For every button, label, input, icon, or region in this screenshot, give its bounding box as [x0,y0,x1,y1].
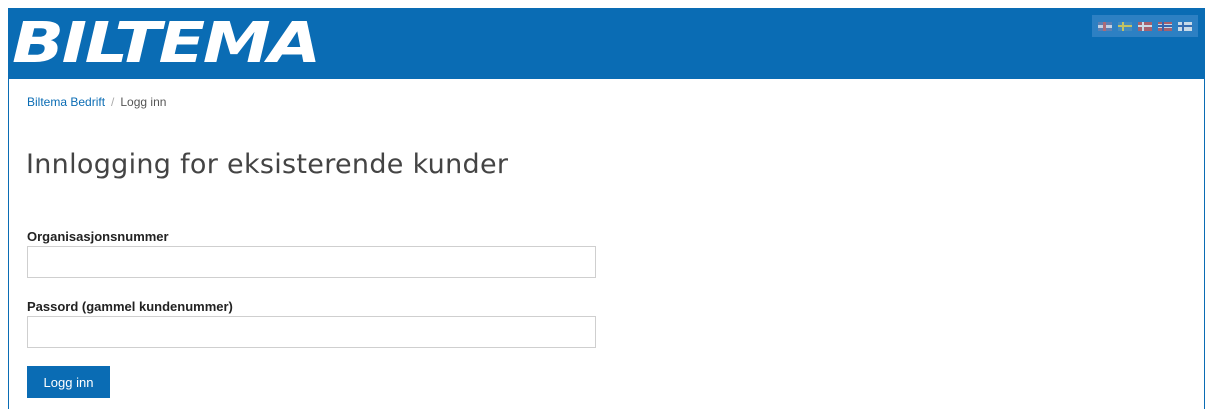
language-selector [1092,15,1198,37]
page-title: Innlogging for eksisterende kunder [26,149,509,180]
dk-flag-icon[interactable] [1138,21,1152,31]
org-number-label: Organisasjonsnummer [27,229,169,244]
password-input[interactable] [27,316,596,348]
fi-flag-icon[interactable] [1178,21,1192,31]
password-label: Passord (gammel kundenummer) [27,299,233,314]
breadcrumb: Biltema Bedrift / Logg inn [27,95,166,109]
no-flag-icon[interactable] [1158,21,1172,31]
breadcrumb-separator: / [111,95,115,109]
login-button[interactable]: Logg inn [27,366,110,398]
gb-flag-icon[interactable] [1098,21,1112,31]
org-number-input[interactable] [27,246,596,278]
breadcrumb-home-link[interactable]: Biltema Bedrift [27,95,105,109]
site-header: BILTEMA [9,8,1204,79]
page-frame: BILTEMA Biltema Bedrift / Logg inn Innlogg… [8,8,1205,409]
biltema-logo[interactable]: BILTEMA [12,16,321,72]
se-flag-icon[interactable] [1118,21,1132,31]
breadcrumb-current: Logg inn [120,95,167,109]
